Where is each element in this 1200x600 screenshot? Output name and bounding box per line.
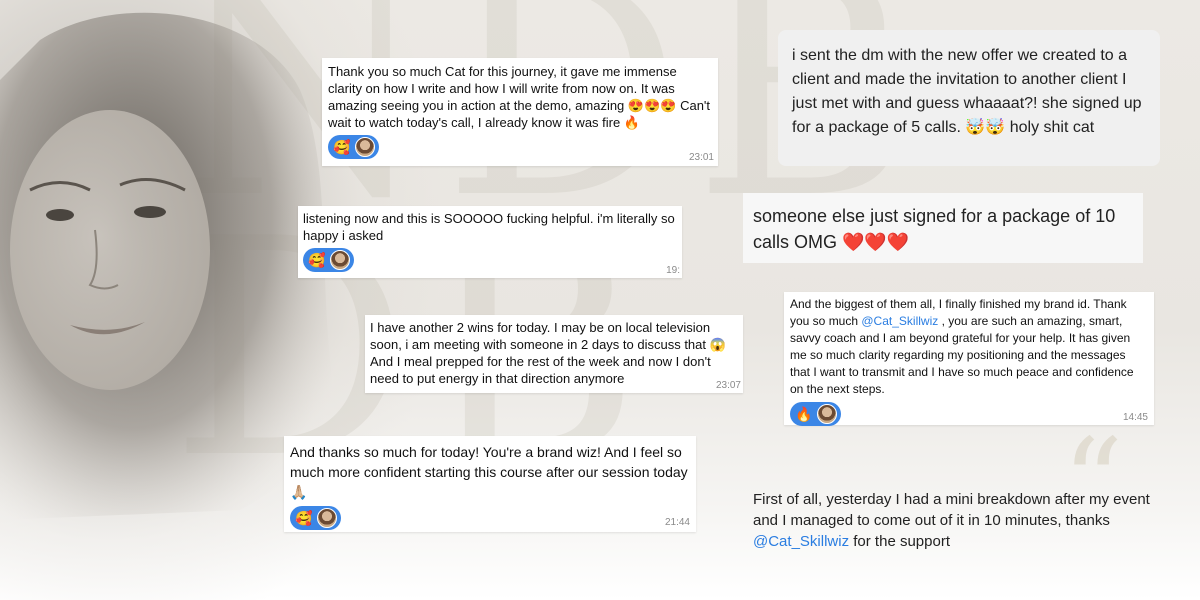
mention-link[interactable]: @Cat_Skillwiz: [753, 533, 849, 550]
reaction-emoji: 🔥: [795, 406, 813, 422]
message-time: 19:: [666, 265, 680, 276]
testimonial-message-1: Thank you so much Cat for this journey, …: [322, 58, 718, 166]
reaction-emoji: 🥰: [295, 510, 313, 526]
message-text: listening now and this is SOOOOO fucking…: [303, 211, 675, 243]
message-time: 21:44: [664, 517, 690, 528]
reaction-emoji: 🥰: [308, 252, 326, 268]
avatar: [355, 137, 375, 157]
message-text: I have another 2 wins for today. I may b…: [370, 320, 726, 386]
message-time: 14:45: [1122, 412, 1148, 423]
message-text: And thanks so much for today! You're a b…: [290, 444, 688, 500]
reactions-pill[interactable]: 🥰: [290, 506, 341, 530]
quote-text-start: First of all, yesterday I had a mini bre…: [753, 491, 1150, 529]
testimonial-message-7: And the biggest of them all, I finally f…: [784, 292, 1154, 426]
message-text: Thank you so much Cat for this journey, …: [328, 64, 711, 130]
message-time: 23:01: [688, 152, 714, 163]
avatar: [817, 404, 837, 424]
testimonial-message-5: i sent the dm with the new offer we crea…: [778, 30, 1160, 166]
avatar: [317, 508, 337, 528]
message-text: i sent the dm with the new offer we crea…: [792, 47, 1142, 136]
reactions-pill[interactable]: 🥰: [303, 248, 354, 272]
reactions-pill[interactable]: 🥰: [328, 135, 379, 159]
message-text: someone else just signed for a package o…: [753, 206, 1116, 252]
avatar: [330, 250, 350, 270]
message-text: And the biggest of them all, I finally f…: [790, 296, 1148, 398]
message-time: 23:07: [715, 380, 741, 391]
mention-link[interactable]: @Cat_Skillwiz: [861, 314, 938, 328]
testimonial-message-2: listening now and this is SOOOOO fucking…: [298, 206, 682, 278]
reactions-pill[interactable]: 🔥: [790, 402, 841, 426]
quote-text-end: for the support: [849, 533, 950, 550]
testimonial-quote: First of all, yesterday I had a mini bre…: [753, 489, 1173, 552]
reaction-emoji: 🥰: [333, 139, 351, 155]
testimonial-message-4: And thanks so much for today! You're a b…: [284, 436, 696, 532]
testimonial-message-3: I have another 2 wins for today. I may b…: [365, 315, 743, 393]
testimonial-message-6: someone else just signed for a package o…: [743, 193, 1143, 263]
